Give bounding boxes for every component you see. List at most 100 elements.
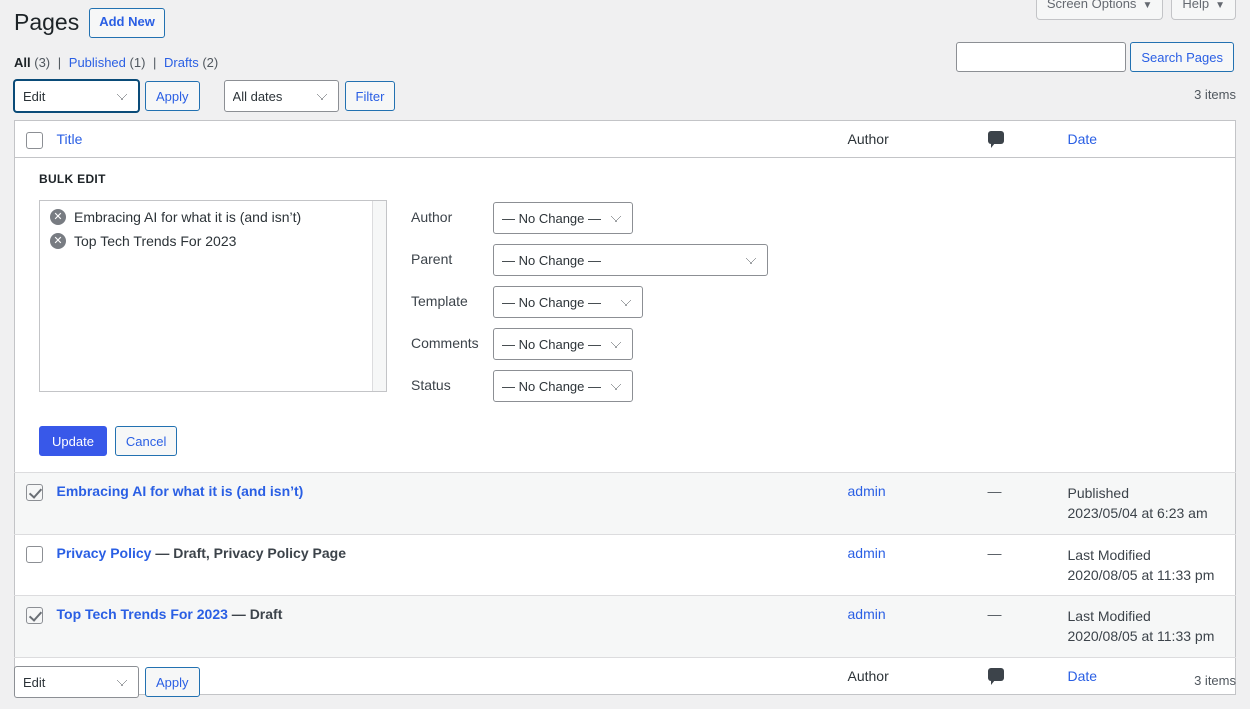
sort-link-title-top[interactable]: Title	[57, 131, 83, 147]
view-separator: |	[153, 55, 156, 70]
bulk-action-select-top[interactable]: Edit	[14, 80, 139, 112]
bulk-edit-cell: BULK EDIT ✕ Embracing AI for what it is …	[15, 158, 1236, 473]
comments-select[interactable]: — No Change —	[493, 328, 633, 360]
column-header-checkbox	[15, 121, 53, 158]
parent-select[interactable]: — No Change —	[493, 244, 768, 276]
bulk-actions-top: Edit Apply All dates Filter	[14, 80, 1236, 112]
row-title-link[interactable]: Privacy Policy	[57, 545, 152, 561]
row-select-checkbox[interactable]	[26, 484, 43, 501]
sort-link-date-top[interactable]: Date	[1068, 131, 1098, 147]
bulk-apply-button-top[interactable]: Apply	[145, 81, 200, 111]
field-label-status: Status	[411, 376, 493, 396]
select-all-checkbox-top[interactable]	[26, 132, 43, 149]
field-label-parent: Parent	[411, 250, 493, 270]
table-head: Title Author Date	[15, 121, 1236, 158]
displaying-num-top: 3 items	[1194, 87, 1236, 102]
row-author-link[interactable]: admin	[848, 483, 886, 499]
column-header-title: Title	[53, 121, 840, 158]
row-comments-cell: —	[980, 534, 1060, 596]
row-comments-cell: —	[980, 596, 1060, 658]
row-post-state: — Draft, Privacy Policy Page	[151, 545, 346, 561]
view-link-published[interactable]: Published	[69, 55, 126, 70]
add-new-button[interactable]: Add New	[89, 8, 165, 38]
field-parent: Parent — No Change —	[411, 244, 768, 276]
search-input[interactable]	[956, 42, 1126, 72]
bulk-edit-row: BULK EDIT ✕ Embracing AI for what it is …	[15, 158, 1236, 473]
screen-options-button[interactable]: Screen Options ▼	[1036, 0, 1164, 20]
page-header: Pages Add New	[14, 8, 165, 38]
chevron-down-icon: ▼	[1215, 0, 1225, 11]
bulk-edit-columns: ✕ Embracing AI for what it is (and isn’t…	[27, 200, 1223, 412]
row-select-checkbox[interactable]	[26, 546, 43, 563]
row-date-status: Published	[1068, 483, 1228, 503]
field-label-author: Author	[411, 208, 493, 228]
field-label-comments: Comments	[411, 334, 493, 354]
date-filter-select[interactable]: All dates	[224, 80, 339, 112]
remove-title-icon[interactable]: ✕	[50, 209, 66, 225]
remove-title-icon[interactable]: ✕	[50, 233, 66, 249]
row-comments-value: —	[988, 606, 1002, 622]
row-checkbox-cell	[15, 473, 53, 535]
view-link-all[interactable]: All	[14, 55, 31, 70]
row-date-value: 2020/08/05 at 11:33 pm	[1068, 626, 1228, 646]
search-submit-button[interactable]: Search Pages	[1130, 42, 1234, 72]
row-author-cell: admin	[840, 596, 980, 658]
row-comments-cell: —	[980, 473, 1060, 535]
field-label-template: Template	[411, 292, 493, 312]
selected-title-label: Embracing AI for what it is (and isn’t)	[74, 209, 301, 225]
bulk-cancel-button[interactable]: Cancel	[115, 426, 177, 456]
table-row: Top Tech Trends For 2023 — Draft admin —…	[15, 596, 1236, 658]
screen-options-label: Screen Options	[1047, 0, 1137, 11]
row-author-link[interactable]: admin	[848, 545, 886, 561]
date-filter-button[interactable]: Filter	[345, 81, 396, 111]
bulk-action-select-bottom[interactable]: Edit	[14, 666, 139, 698]
selected-title-label: Top Tech Trends For 2023	[74, 233, 236, 249]
titles-list-scrollbar[interactable]	[372, 201, 386, 391]
pages-list-table: Title Author Date BULK EDIT	[14, 120, 1236, 695]
row-date-value: 2023/05/04 at 6:23 am	[1068, 503, 1228, 523]
bulk-edit-fields-column: Author — No Change — Parent — No Change …	[411, 200, 768, 412]
status-select[interactable]: — No Change —	[493, 370, 633, 402]
selected-titles-list: ✕ Embracing AI for what it is (and isn’t…	[39, 200, 387, 392]
row-date-status: Last Modified	[1068, 545, 1228, 565]
bulk-actions-bottom: Edit Apply	[14, 666, 1236, 698]
row-author-cell: admin	[840, 534, 980, 596]
help-button[interactable]: Help ▼	[1171, 0, 1236, 20]
view-count-published: (1)	[130, 55, 146, 70]
view-filter-links: All (3) | Published (1) | Drafts (2)	[14, 55, 218, 70]
row-title-cell: Top Tech Trends For 2023 — Draft	[53, 596, 840, 658]
row-date-cell: Last Modified 2020/08/05 at 11:33 pm	[1060, 596, 1236, 658]
row-checkbox-cell	[15, 534, 53, 596]
comment-bubble-icon[interactable]	[988, 131, 1004, 144]
row-select-checkbox[interactable]	[26, 607, 43, 624]
column-header-author: Author	[840, 121, 980, 158]
row-comments-value: —	[988, 483, 1002, 499]
author-select[interactable]: — No Change —	[493, 202, 633, 234]
selected-title-item: ✕ Embracing AI for what it is (and isn’t…	[46, 209, 380, 225]
row-post-state: — Draft	[228, 606, 282, 622]
help-label: Help	[1182, 0, 1209, 11]
screen-meta-links: Screen Options ▼ Help ▼	[1036, 0, 1236, 20]
row-title-link[interactable]: Embracing AI for what it is (and isn’t)	[57, 483, 304, 499]
row-comments-value: —	[988, 545, 1002, 561]
chevron-down-icon: ▼	[1142, 0, 1152, 11]
view-link-drafts[interactable]: Drafts	[164, 55, 199, 70]
template-select[interactable]: — No Change —	[493, 286, 643, 318]
row-checkbox-cell	[15, 596, 53, 658]
field-author: Author — No Change —	[411, 202, 768, 234]
bulk-update-button[interactable]: Update	[39, 426, 107, 456]
field-template: Template — No Change —	[411, 286, 768, 318]
tablenav-bottom: Edit Apply 3 items	[14, 666, 1236, 698]
tablenav-top: Edit Apply All dates Filter 3 items	[14, 80, 1236, 112]
row-author-cell: admin	[840, 473, 980, 535]
field-comments: Comments — No Change —	[411, 328, 768, 360]
row-title-cell: Privacy Policy — Draft, Privacy Policy P…	[53, 534, 840, 596]
row-title-link[interactable]: Top Tech Trends For 2023	[57, 606, 228, 622]
search-box: Search Pages	[956, 42, 1234, 72]
row-author-link[interactable]: admin	[848, 606, 886, 622]
bulk-edit-heading: BULK EDIT	[39, 172, 1223, 186]
table-body: BULK EDIT ✕ Embracing AI for what it is …	[15, 158, 1236, 658]
bulk-apply-button-bottom[interactable]: Apply	[145, 667, 200, 697]
row-date-status: Last Modified	[1068, 606, 1228, 626]
view-count-drafts: (2)	[202, 55, 218, 70]
